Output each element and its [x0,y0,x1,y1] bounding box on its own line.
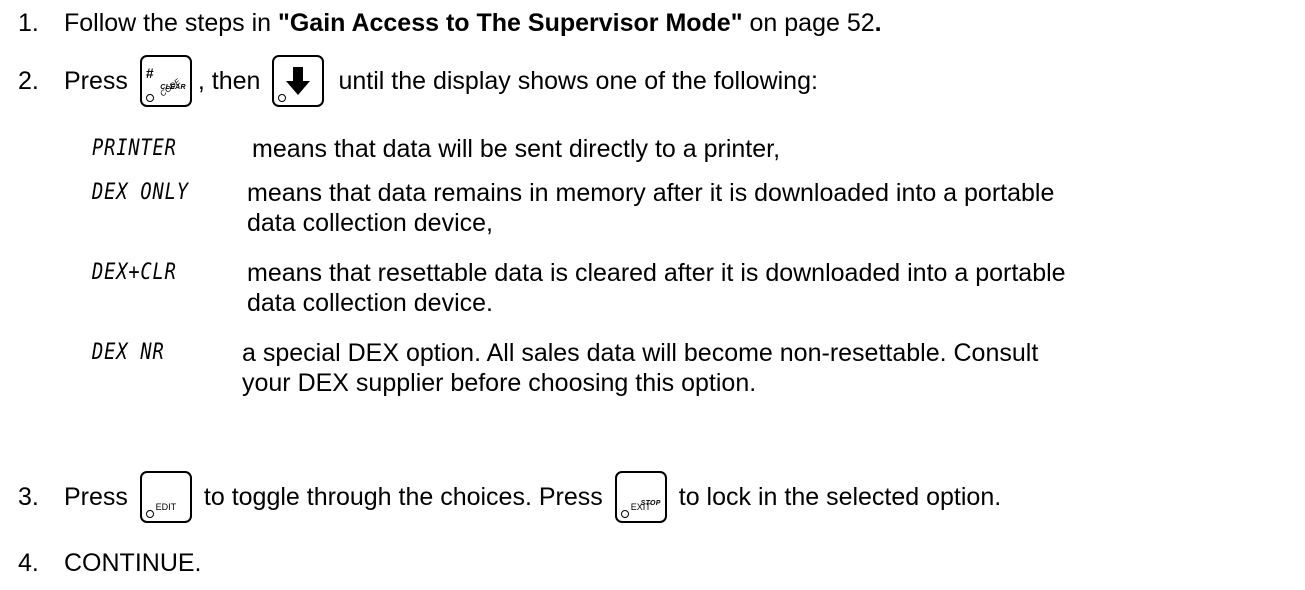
option-code: DEX NR [92,340,165,365]
step-number: 1. [18,9,39,37]
option-description-continued: data collection device, [247,209,493,237]
option-description-continued: your DEX supplier before choosing this o… [242,369,757,397]
step-text: Press [64,67,128,95]
step-text: Press [64,483,128,511]
step-terminator: . [874,9,882,37]
led-indicator [145,94,154,102]
option-description: a special DEX option. All sales data wil… [242,339,1039,367]
clear-label: CLEAR [160,84,186,91]
code-clear-key[interactable]: # CODE CLEAR [139,55,192,107]
step-text: Follow the steps in [64,9,278,37]
led-indicator [620,510,629,518]
option-description: means that resettable data is cleared af… [247,259,1066,287]
stop-label: STOP [640,500,661,507]
step-text: CONTINUE. [64,549,202,577]
section-reference: "Gain Access to The Supervisor Mode" [278,9,743,37]
step-number: 4. [18,549,39,577]
option-code: DEX+CLR [92,260,177,285]
step-text: , then [197,67,261,95]
down-arrow-key[interactable] [272,55,325,107]
step-number: 2. [18,67,39,95]
page-reference: on page 52 [742,9,875,37]
option-description: means that data will be sent directly to… [252,135,781,163]
option-description: means that data remains in memory after … [247,179,1055,207]
edit-key[interactable]: EDIT [139,471,192,523]
step-text: until the display shows one of the follo… [338,67,818,95]
step-text: to lock in the selected option. [678,483,1002,511]
step-text: to toggle through the choices. Press [203,483,603,511]
led-indicator [145,510,154,518]
step-number: 3. [18,483,39,511]
option-code: PRINTER [92,136,177,161]
option-description-continued: data collection device. [247,289,493,317]
option-code: DEX ONLY [92,180,189,205]
exit-stop-key[interactable]: EXIT STOP [614,471,667,523]
